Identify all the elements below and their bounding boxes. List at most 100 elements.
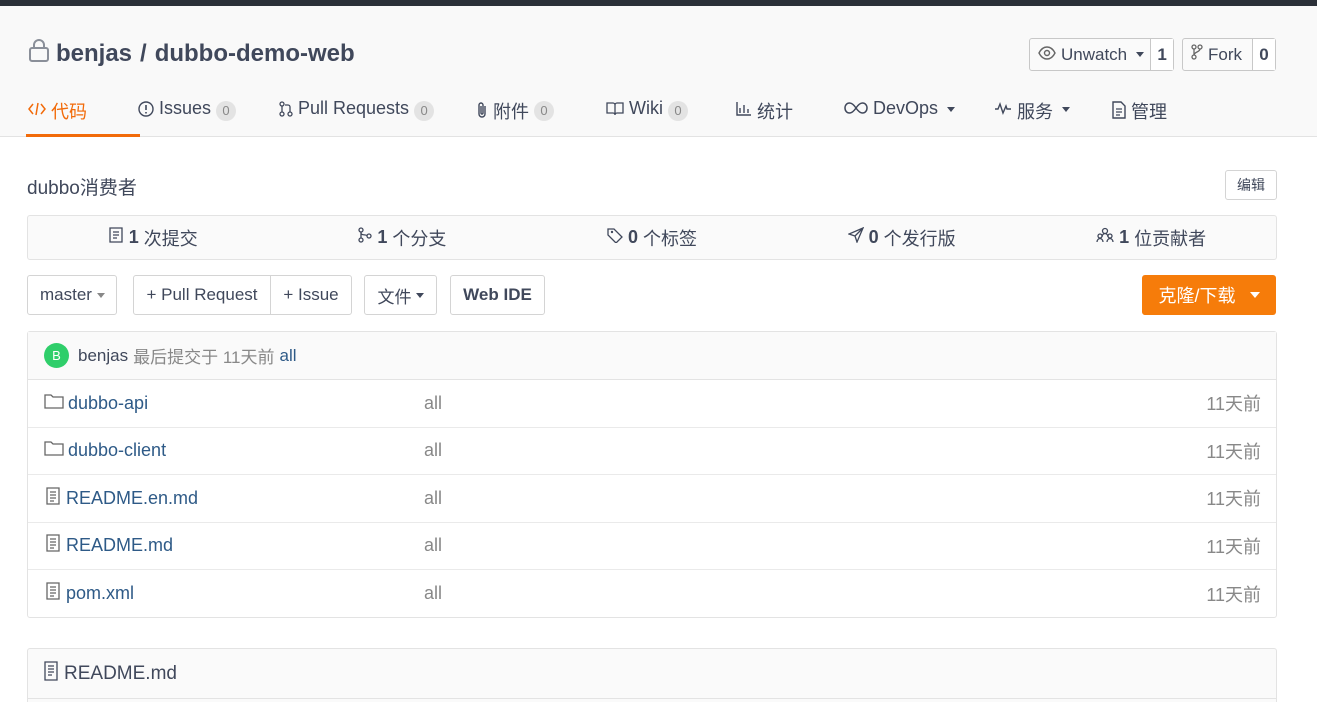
tab-services[interactable]: 服务 [994,88,1111,136]
web-ide-button[interactable]: Web IDE [450,275,545,315]
stat-branches-label: 个分支 [392,228,447,249]
branch-select[interactable]: master [27,275,117,315]
avatar[interactable]: B [44,343,69,368]
repo-tabs: 代码 Issues 0 Pull Requests 0 附件 0 Wiki 0 … [26,88,1191,137]
tab-devops-label: DevOps [873,98,939,118]
chevron-down-icon [96,292,105,298]
file-commit-message[interactable]: all [424,488,442,509]
fork-label: Fork [1208,44,1242,64]
clone-download-button[interactable]: 克隆/下载 [1142,275,1276,315]
file-name-link[interactable]: dubbo-api [44,393,148,414]
stat-branches-count: 1 [377,227,388,247]
commit-message-link[interactable]: all [279,346,296,366]
stat-tags-count: 0 [627,227,638,247]
tab-devops[interactable]: DevOps [844,88,994,136]
file-name-link[interactable]: dubbo-client [44,440,166,461]
repo-separator: / [140,39,147,67]
stat-tags[interactable]: 0 个标签 [527,216,777,259]
chevron-down-icon [415,292,424,298]
eye-icon [1038,45,1056,65]
file-name: pom.xml [66,583,135,604]
fork-count[interactable]: 0 [1253,39,1275,70]
stat-tags-label: 个标签 [642,228,697,249]
commit-author[interactable]: benjas [78,346,128,366]
release-icon [846,226,864,248]
infinity-icon [844,98,868,120]
file-list: B benjas 最后提交于 11天前 all dubbo-api all 11… [27,331,1277,618]
table-row: README.md all 11天前 [28,523,1276,570]
stat-branches[interactable]: 1 个分支 [278,216,528,259]
stat-commits[interactable]: 1 次提交 [28,216,278,259]
chevron-down-icon [947,107,956,112]
unwatch-button[interactable]: Unwatch [1030,39,1152,70]
file-commit-message[interactable]: all [424,535,442,556]
stat-contributors-count: 1 [1119,227,1130,247]
chevron-down-icon [1249,292,1260,298]
watch-button-group: Unwatch 1 [1029,38,1174,71]
table-row: dubbo-client all 11天前 [28,428,1276,475]
new-pull-request-button[interactable]: + Pull Request [134,276,271,314]
tab-pull-requests-label: Pull Requests [298,98,410,118]
tab-attachments[interactable]: 附件 0 [476,88,606,136]
file-text-icon [44,534,62,557]
tab-issues[interactable]: Issues 0 [138,88,279,136]
repo-name-link[interactable]: dubbo-demo-web [155,40,355,68]
file-name-link[interactable]: README.en.md [44,487,198,510]
stat-releases-count: 0 [868,227,879,247]
table-row: README.en.md all 11天前 [28,475,1276,523]
tab-wiki[interactable]: Wiki 0 [606,88,736,136]
file-name-link[interactable]: pom.xml [44,582,134,605]
repo-description: dubbo消费者 [27,178,137,199]
tab-pull-requests[interactable]: Pull Requests 0 [279,88,476,136]
repo-owner-link[interactable]: benjas [56,40,132,68]
file-updated-time: 11天前 [1206,441,1261,462]
tab-statistics[interactable]: 统计 [736,88,844,136]
table-row: dubbo-api all 11天前 [28,380,1276,428]
unwatch-label: Unwatch [1061,44,1128,64]
file-commit-message[interactable]: all [424,583,442,604]
fork-button[interactable]: Fork [1183,39,1253,70]
watch-count[interactable]: 1 [1151,39,1174,70]
stat-contributors[interactable]: 1 位贡献者 [1026,216,1276,259]
paperclip-icon [476,98,488,124]
edit-description-button[interactable]: 编辑 [1225,170,1277,200]
folder-icon [44,440,64,461]
new-issue-button[interactable]: + Issue [271,276,351,314]
tab-code-label: 代码 [51,102,87,122]
book-icon [606,98,624,121]
readme-header: README.md [28,649,1276,699]
commit-icon [108,226,124,249]
file-name: README.md [66,535,174,556]
folder-icon [44,393,64,414]
chevron-down-icon [1136,52,1145,57]
stat-commits-label: 次提交 [143,228,198,249]
contributors-icon [1096,227,1114,248]
tab-code[interactable]: 代码 [26,88,140,137]
tab-issues-label: Issues [159,98,212,118]
fork-button-group: Fork 0 [1182,38,1276,71]
branch-select-label: master [40,285,92,304]
chevron-down-icon [1062,107,1070,112]
file-text-icon [44,582,62,605]
pull-requests-count-badge: 0 [414,101,435,121]
file-menu-button[interactable]: 文件 [364,275,437,315]
tab-manage[interactable]: 管理 [1111,88,1191,136]
stat-contributors-label: 位贡献者 [1134,228,1207,249]
readme-panel: README.md [27,648,1277,702]
file-commit-message[interactable]: all [424,393,442,414]
pulse-icon [994,98,1012,120]
file-commit-message[interactable]: all [424,440,442,461]
repo-title: benjas / dubbo-demo-web [28,38,355,69]
file-updated-time: 11天前 [1206,536,1261,557]
file-updated-time: 11天前 [1206,489,1261,510]
lock-icon [28,38,50,69]
tab-wiki-label: Wiki [629,98,663,118]
readme-title: README.md [64,662,177,684]
file-name-link[interactable]: README.md [44,534,173,557]
stat-releases[interactable]: 0 个发行版 [777,216,1027,259]
file-text-icon [44,487,62,510]
code-icon [28,98,46,122]
file-updated-time: 11天前 [1206,394,1261,415]
file-name: dubbo-api [68,392,149,413]
file-menu-label: 文件 [377,287,412,307]
